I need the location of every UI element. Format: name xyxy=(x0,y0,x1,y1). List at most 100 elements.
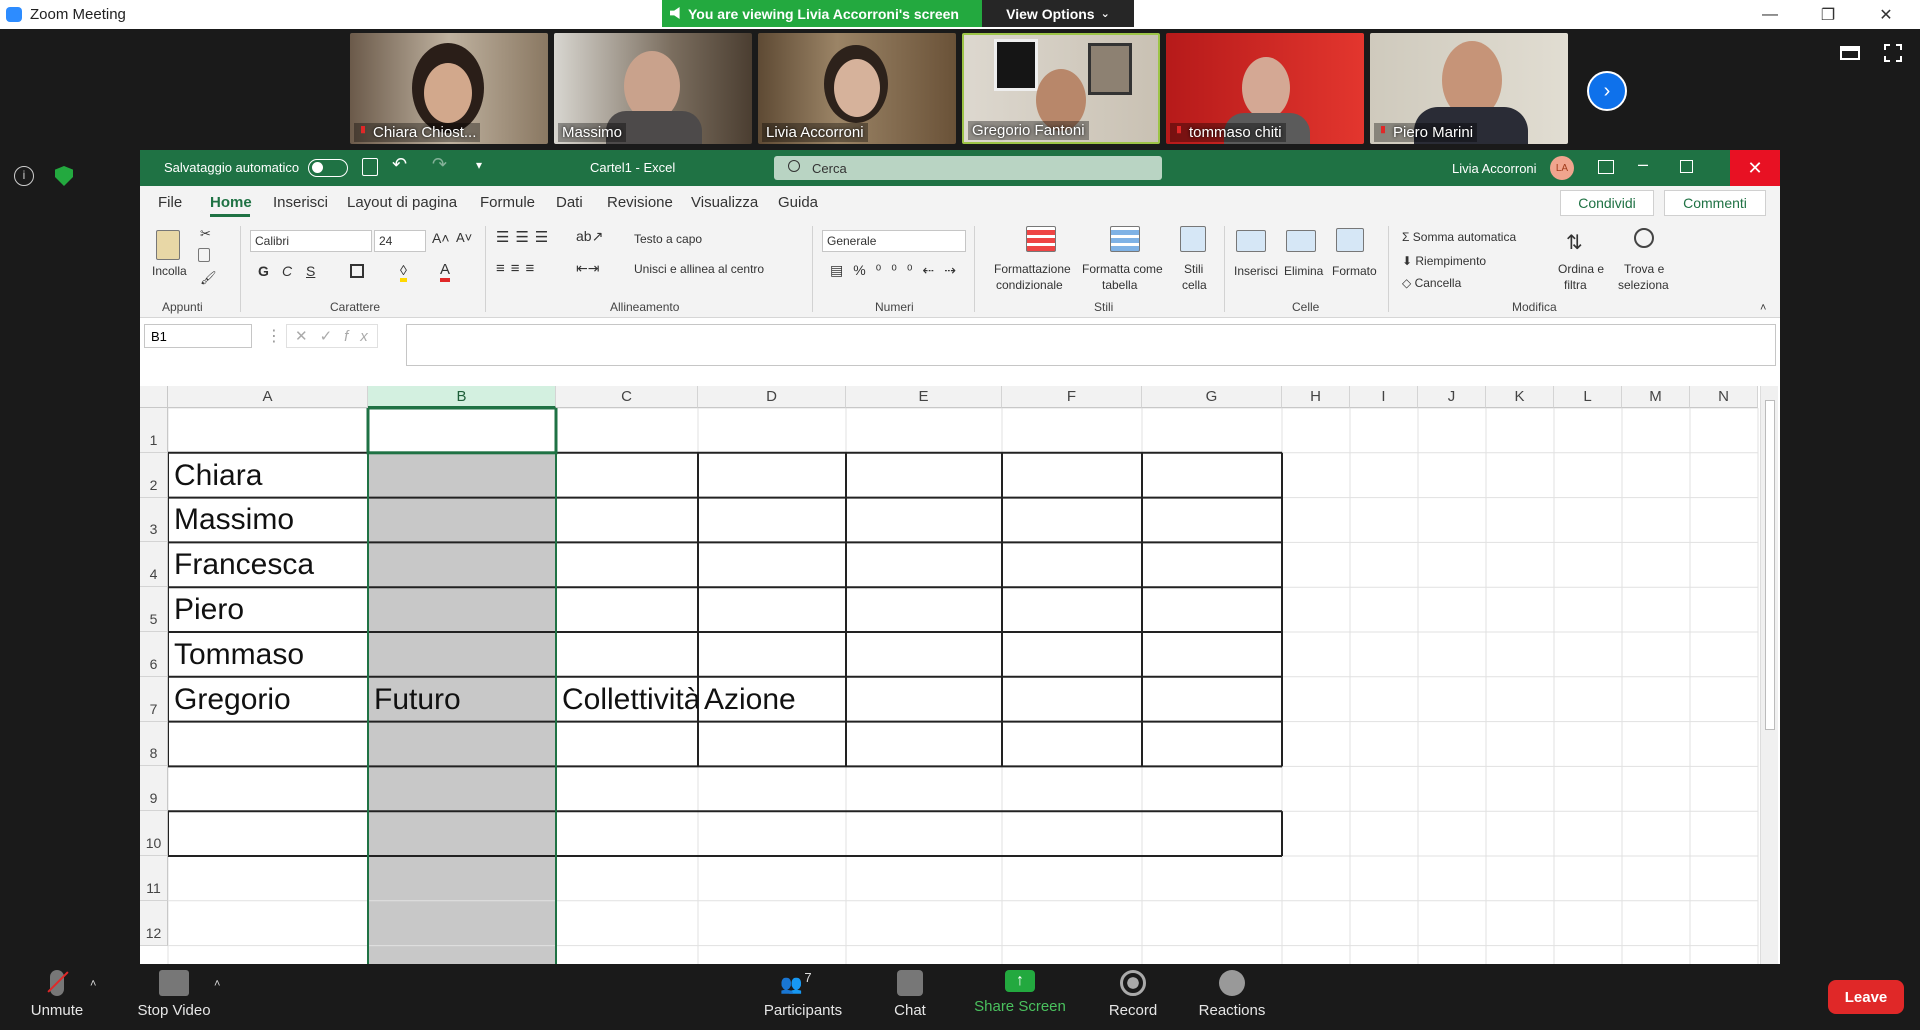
view-options-button[interactable]: View Options ⌄ xyxy=(982,0,1134,27)
column-header[interactable]: H xyxy=(1282,386,1350,408)
ribbon-display-icon[interactable] xyxy=(1598,160,1614,174)
column-header[interactable]: J xyxy=(1418,386,1486,408)
row-header[interactable]: 12 xyxy=(140,900,168,946)
comments-button[interactable]: Commenti xyxy=(1664,190,1766,216)
fill-button[interactable]: ⬇ Riempimento xyxy=(1402,254,1486,268)
row-header[interactable]: 8 xyxy=(140,721,168,767)
copy-icon[interactable] xyxy=(198,248,210,262)
audio-options-chevron-icon[interactable]: ˄ xyxy=(90,978,96,990)
find-icon[interactable] xyxy=(1634,228,1654,248)
tab-page-layout[interactable]: Layout di pagina xyxy=(347,194,457,211)
close-button[interactable]: ✕ xyxy=(1858,0,1914,29)
tab-data[interactable]: Dati xyxy=(556,194,583,211)
stop-video-button[interactable]: Stop Video xyxy=(134,970,214,1019)
redo-icon[interactable]: ↷ xyxy=(432,154,447,175)
info-icon[interactable]: i xyxy=(14,166,34,186)
excel-close-button[interactable]: ✕ xyxy=(1730,150,1780,186)
merge-center-button[interactable]: Unisci e allinea al centro xyxy=(634,262,764,276)
column-header[interactable]: M xyxy=(1622,386,1690,408)
column-header[interactable]: I xyxy=(1350,386,1418,408)
row-header[interactable]: 7 xyxy=(140,676,168,722)
column-header[interactable]: B xyxy=(368,386,556,408)
insert-cells-label[interactable]: Inserisci xyxy=(1234,264,1278,278)
video-options-chevron-icon[interactable]: ˄ xyxy=(214,978,220,990)
conditional-format-label-2[interactable]: condizionale xyxy=(996,278,1063,292)
minimize-button[interactable]: — xyxy=(1742,0,1798,29)
delete-cells-label[interactable]: Elimina xyxy=(1284,264,1323,278)
excel-minimize-button[interactable]: – xyxy=(1638,154,1648,175)
format-cells-icon[interactable] xyxy=(1336,228,1364,252)
fill-color-icon[interactable]: ◊ xyxy=(400,262,407,282)
clear-button[interactable]: ◇ Cancella xyxy=(1402,276,1461,290)
column-header[interactable]: L xyxy=(1554,386,1622,408)
tab-file[interactable]: File xyxy=(158,194,182,211)
format-table-label-1[interactable]: Formatta come xyxy=(1082,262,1163,276)
indent-icons[interactable]: ⇤⇥ xyxy=(576,260,599,277)
column-header[interactable]: K xyxy=(1486,386,1554,408)
cell-styles-label-1[interactable]: Stili xyxy=(1184,262,1203,276)
find-select-label-2[interactable]: seleziona xyxy=(1618,278,1669,292)
bold-button[interactable]: G xyxy=(258,263,269,279)
cell-styles-label-2[interactable]: cella xyxy=(1182,278,1207,292)
video-tile[interactable]: tommaso chiti xyxy=(1166,33,1364,144)
undo-icon[interactable]: ↶ xyxy=(392,154,407,175)
cell-b7[interactable]: Futuro xyxy=(368,677,556,722)
video-tile[interactable]: Chiara Chiost... xyxy=(350,33,548,144)
column-header[interactable]: A xyxy=(168,386,368,408)
row-header[interactable]: 4 xyxy=(140,542,168,588)
format-table-icon[interactable] xyxy=(1110,226,1140,252)
scrollbar-thumb[interactable] xyxy=(1765,400,1775,730)
number-format-icons[interactable]: ▤%⁰⁰⁰⇠⇢ xyxy=(830,262,966,279)
column-header[interactable]: D xyxy=(698,386,846,408)
customize-toolbar-icon[interactable]: ▾ xyxy=(476,158,482,172)
format-table-label-2[interactable]: tabella xyxy=(1102,278,1137,292)
tab-help[interactable]: Guida xyxy=(778,194,818,211)
vertical-scrollbar[interactable] xyxy=(1760,386,1778,964)
row-header[interactable]: 1 xyxy=(140,408,168,453)
row-header[interactable]: 11 xyxy=(140,856,168,901)
worksheet-grid[interactable]: A B C D E F G H I J K L M N 1 2 3 4 5 6 7 8 9 10 11 12 Chiara Massi… xyxy=(140,386,1780,964)
borders-icon[interactable] xyxy=(350,264,364,278)
share-button[interactable]: Condividi xyxy=(1560,190,1654,216)
sort-filter-label-2[interactable]: filtra xyxy=(1564,278,1587,292)
font-size-select[interactable]: 24 xyxy=(374,230,426,252)
search-input[interactable]: Cerca xyxy=(774,156,1162,180)
leave-button[interactable]: Leave xyxy=(1828,980,1904,1014)
insert-cells-icon[interactable] xyxy=(1236,230,1266,252)
orientation-icon[interactable]: ab↗ xyxy=(576,228,603,245)
chat-button[interactable]: Chat xyxy=(890,970,930,1019)
sort-filter-label-1[interactable]: Ordina e xyxy=(1558,262,1604,276)
excel-restore-button[interactable] xyxy=(1680,160,1693,173)
tab-home[interactable]: Home xyxy=(210,194,252,211)
formula-input[interactable] xyxy=(406,324,1776,366)
increase-font-icon[interactable]: A˄ xyxy=(432,230,450,246)
next-page-button[interactable]: › xyxy=(1587,71,1627,111)
video-tile[interactable]: Livia Accorroni xyxy=(758,33,956,144)
decrease-font-icon[interactable]: A˅ xyxy=(456,230,472,245)
cell-a2[interactable]: Chiara xyxy=(168,453,368,498)
row-header[interactable]: 9 xyxy=(140,766,168,812)
row-header[interactable]: 5 xyxy=(140,587,168,632)
video-tile[interactable]: Piero Marini xyxy=(1370,33,1568,144)
video-tile[interactable]: Massimo xyxy=(554,33,752,144)
cell-a5[interactable]: Piero xyxy=(168,587,368,632)
horizontal-align-icons[interactable]: ≡≡≡ xyxy=(496,260,540,277)
wrap-text-button[interactable]: Testo a capo xyxy=(634,232,702,246)
tab-review[interactable]: Revisione xyxy=(607,194,673,211)
conditional-format-icon[interactable] xyxy=(1026,226,1056,252)
cell-a4[interactable]: Francesca xyxy=(168,542,368,587)
layout-icon[interactable] xyxy=(1840,46,1860,60)
find-select-label-1[interactable]: Trova e xyxy=(1624,262,1664,276)
save-icon[interactable] xyxy=(362,158,378,176)
cell-a6[interactable]: Tommaso xyxy=(168,632,368,677)
column-header[interactable]: N xyxy=(1690,386,1758,408)
delete-cells-icon[interactable] xyxy=(1286,230,1316,252)
column-header[interactable]: E xyxy=(846,386,1002,408)
name-box[interactable]: B1 xyxy=(144,324,252,348)
formula-actions[interactable]: ✕✓fx xyxy=(286,324,378,348)
collapse-ribbon-icon[interactable]: ˄ xyxy=(1760,302,1766,314)
font-color-icon[interactable]: A xyxy=(440,261,451,282)
autosave-toggle[interactable] xyxy=(308,159,348,177)
share-screen-button[interactable]: ↑ Share Screen xyxy=(972,970,1068,1015)
number-format-select[interactable]: Generale xyxy=(822,230,966,252)
